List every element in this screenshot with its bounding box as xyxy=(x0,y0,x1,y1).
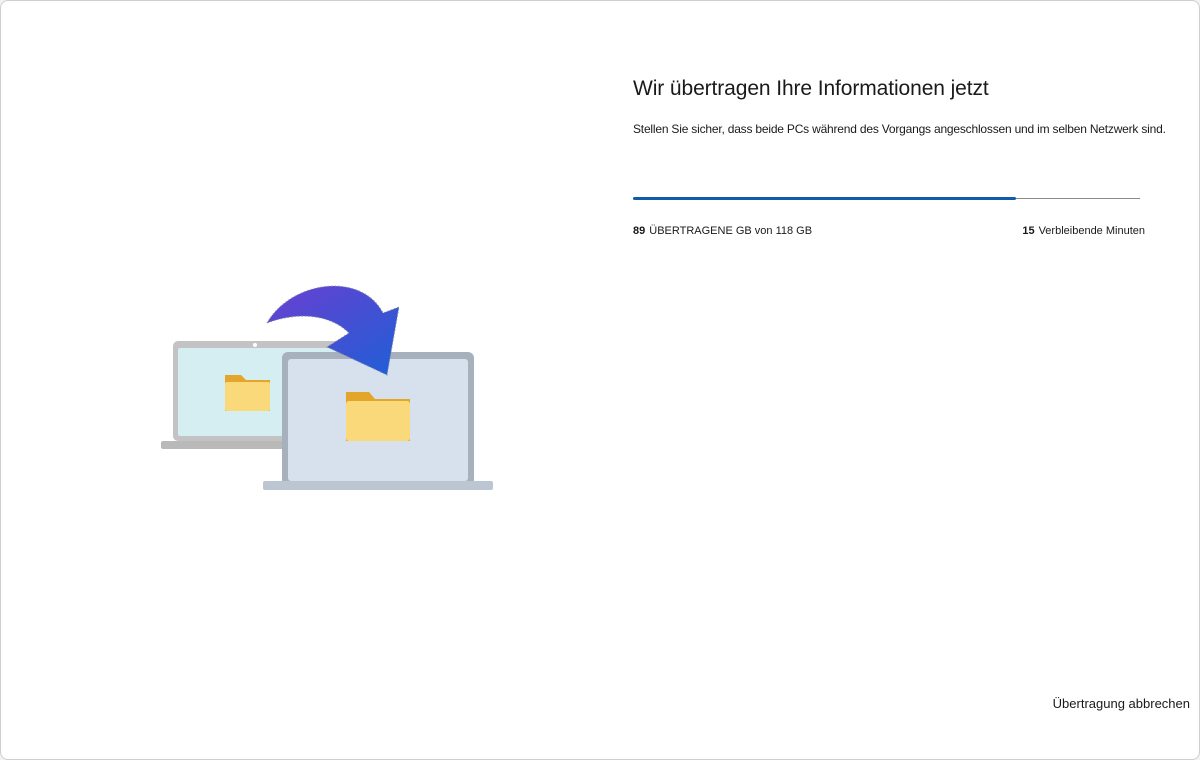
remaining-count: 15 xyxy=(1022,225,1035,237)
remaining-label: Verbleibende Minuten xyxy=(1038,225,1145,237)
transfer-illustration xyxy=(151,271,511,501)
transferred-count: 89 xyxy=(633,225,646,237)
transferred-status: 89 ÜBERTRAGENE GB von 118 GB xyxy=(633,225,812,237)
folder-icon xyxy=(346,392,410,441)
migration-window: Wir übertragen Ihre Informationen jetzt … xyxy=(0,0,1200,760)
cancel-transfer-button[interactable]: Übertragung abbrechen xyxy=(1053,696,1190,711)
transferred-label: ÜBERTRAGENE GB von 118 GB xyxy=(649,225,813,237)
page-title: Wir übertragen Ihre Informationen jetzt xyxy=(633,77,989,100)
remaining-status: 15 Verbleibende Minuten xyxy=(1022,225,1145,237)
progress-bar-fill xyxy=(633,197,1016,200)
target-laptop-icon xyxy=(263,352,493,490)
instruction-text: Stellen Sie sicher, dass beide PCs währe… xyxy=(633,122,1166,136)
folder-icon xyxy=(225,375,270,411)
transfer-content: Wir übertragen Ihre Informationen jetzt … xyxy=(633,77,1166,237)
progress-bar xyxy=(633,197,1140,200)
